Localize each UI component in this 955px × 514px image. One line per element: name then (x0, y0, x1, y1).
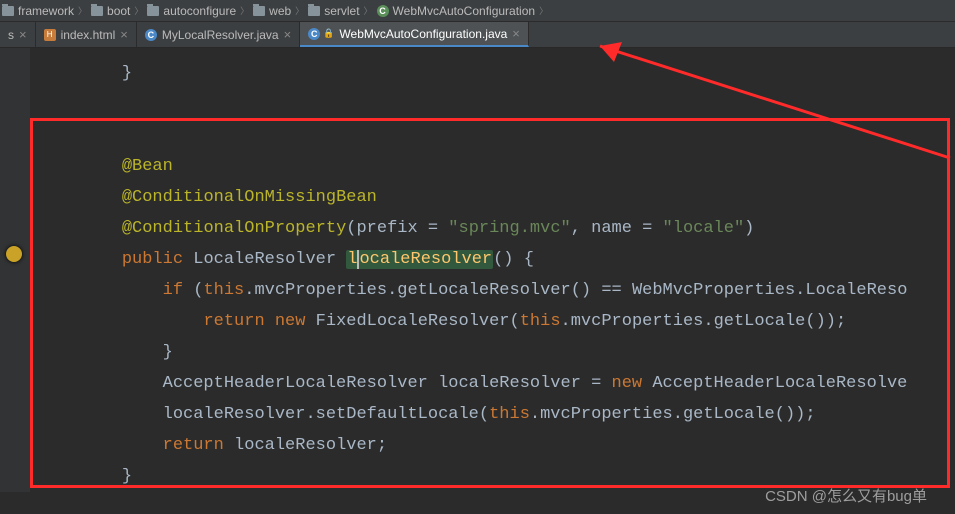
code-editor[interactable]: } @Bean @ConditionalOnMissingBean @Condi… (0, 48, 955, 492)
crumb-boot[interactable]: boot (91, 4, 130, 18)
class-icon: C (308, 28, 320, 40)
tab-index-html[interactable]: Hindex.html× (36, 22, 137, 47)
intention-bulb-icon[interactable] (6, 246, 22, 262)
chevron-icon: 〉 (134, 4, 143, 17)
close-icon[interactable]: × (19, 27, 27, 42)
method-localeresolver: localeResolver (346, 250, 493, 269)
annotation-conditionalonproperty: @ConditionalOnProperty (122, 219, 346, 238)
tab-unknown[interactable]: s× (0, 22, 36, 47)
tab-mylocalresolver[interactable]: CMyLocalResolver.java× (137, 22, 300, 47)
watermark: CSDN @怎么又有bug单 (765, 485, 927, 506)
code-block[interactable]: } @Bean @ConditionalOnMissingBean @Condi… (30, 58, 955, 492)
html-icon: H (44, 29, 56, 41)
chevron-icon: 〉 (295, 4, 304, 17)
close-icon[interactable]: × (284, 27, 292, 42)
crumb-framework[interactable]: framework (2, 4, 74, 18)
annotation-bean: @Bean (122, 157, 173, 176)
crumb-servlet[interactable]: servlet (308, 4, 359, 18)
breadcrumb: framework 〉 boot 〉 autoconfigure 〉 web 〉 ser… (0, 0, 955, 22)
folder-icon (2, 6, 14, 16)
chevron-icon: 〉 (240, 4, 249, 17)
folder-icon (147, 6, 159, 16)
gutter (0, 48, 30, 492)
crumb-web[interactable]: web (253, 4, 291, 18)
folder-icon (91, 6, 103, 16)
class-icon: C (377, 5, 389, 17)
tab-webmvcautoconfiguration[interactable]: C🔒WebMvcAutoConfiguration.java× (300, 22, 529, 47)
crumb-class[interactable]: CWebMvcAutoConfiguration (377, 4, 536, 18)
folder-icon (253, 6, 265, 16)
brace: } (122, 64, 132, 83)
close-icon[interactable]: × (120, 27, 128, 42)
close-icon[interactable]: × (512, 26, 520, 41)
chevron-icon: 〉 (539, 4, 548, 17)
string-prefix: "spring.mvc" (448, 219, 570, 238)
class-icon: C (145, 29, 157, 41)
folder-icon (308, 6, 320, 16)
lock-icon: 🔒 (323, 28, 334, 39)
chevron-icon: 〉 (364, 4, 373, 17)
crumb-autoconfigure[interactable]: autoconfigure (147, 4, 236, 18)
chevron-icon: 〉 (78, 4, 87, 17)
annotation-conditionalonmissingbean: @ConditionalOnMissingBean (122, 188, 377, 207)
editor-tabs: s× Hindex.html× CMyLocalResolver.java× C… (0, 22, 955, 48)
string-name: "locale" (663, 219, 745, 238)
